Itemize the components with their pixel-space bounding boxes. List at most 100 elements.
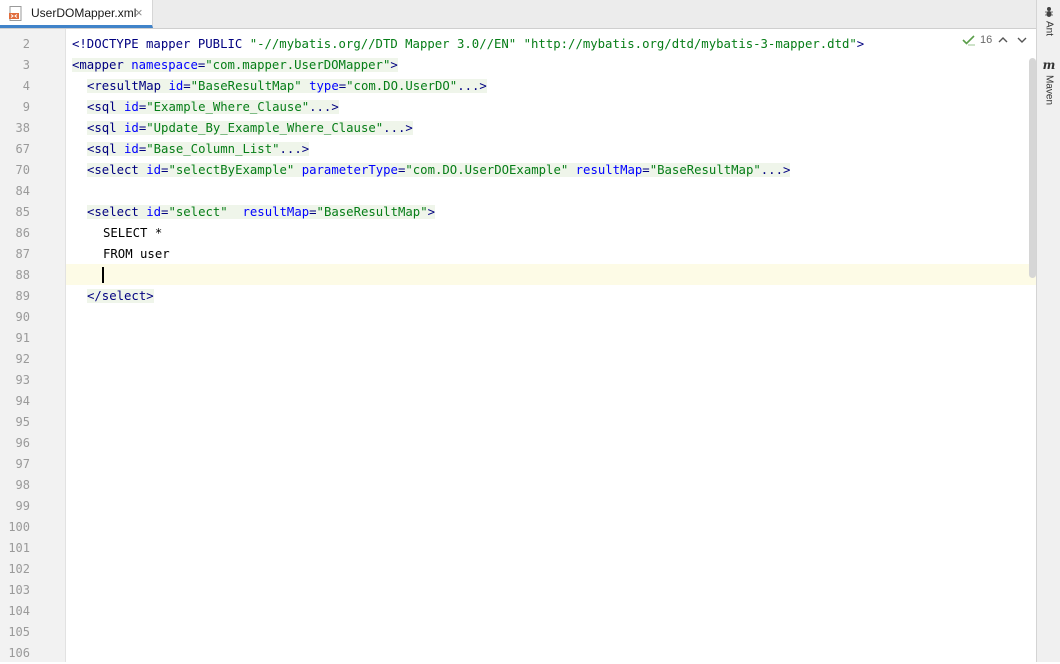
code-token: <select	[87, 205, 147, 219]
code-token: ...>	[760, 163, 791, 177]
code-line-resultmap[interactable]: <resultMap id="BaseResultMap" type="com.…	[87, 76, 487, 97]
code-line-sql-example-where[interactable]: <sql id="Example_Where_Clause"...>	[87, 97, 339, 118]
line-number: 104	[8, 604, 30, 618]
code-token: "com.DO.UserDOExample"	[405, 163, 569, 177]
right-tool-window-bar: Ant m Maven	[1036, 0, 1060, 662]
code-token: "select"	[168, 205, 228, 219]
code-token: <sql	[87, 100, 125, 114]
line-number: 89	[15, 289, 30, 303]
code-token: >	[390, 58, 398, 72]
close-tab-icon[interactable]: ×	[135, 5, 143, 20]
line-number: 70	[15, 163, 30, 177]
code-token: parameterType	[301, 163, 398, 177]
line-number: 97	[15, 457, 30, 471]
code-token: ...>	[309, 100, 339, 114]
line-number: 101	[8, 541, 30, 555]
line-number: 96	[15, 436, 30, 450]
text-caret	[102, 267, 104, 283]
chevron-down-icon	[1017, 37, 1027, 43]
code-line-select-close: </select>	[87, 286, 154, 307]
code-token: <select	[87, 163, 147, 177]
code-token: ...>	[457, 79, 487, 93]
tab-userdomapper-xml[interactable]: UserDOMapper.xml ×	[0, 0, 153, 28]
current-line-highlight	[66, 264, 1036, 285]
maven-label: Maven	[1043, 75, 1055, 106]
check-icon	[962, 35, 975, 46]
line-number: 67	[15, 142, 30, 156]
code-line-sql-from: FROM user	[103, 247, 170, 261]
code-token: "http://mybatis.org/dtd/mybatis-3-mapper…	[523, 37, 857, 51]
code-token: "selectByExample"	[168, 163, 295, 177]
line-number: 87	[15, 247, 30, 261]
line-number: 106	[8, 646, 30, 660]
ant-tool-button[interactable]: Ant	[1039, 6, 1059, 36]
line-number: 95	[15, 415, 30, 429]
code-token: </select>	[87, 289, 154, 303]
line-number: 103	[8, 583, 30, 597]
line-number: 99	[15, 499, 30, 513]
code-token: "BaseResultMap"	[316, 205, 428, 219]
maven-icon: m	[1042, 58, 1056, 72]
vertical-scrollbar[interactable]	[1029, 58, 1036, 278]
code-token: <sql	[87, 142, 125, 156]
code-line-sql-base-columns[interactable]: <sql id="Base_Column_List"...>	[87, 139, 310, 160]
code-token: id	[124, 100, 139, 114]
code-token: "-//mybatis.org//DTD Mapper 3.0//EN"	[249, 37, 517, 51]
line-number: 3	[22, 58, 30, 72]
line-number: 88	[15, 268, 30, 282]
code-token: <mapper	[72, 58, 132, 72]
line-number: 86	[15, 226, 30, 240]
tab-label: UserDOMapper.xml	[31, 6, 137, 20]
line-number: 93	[15, 373, 30, 387]
maven-tool-button[interactable]: m Maven	[1039, 58, 1059, 105]
code-token: "BaseResultMap"	[190, 79, 302, 93]
code-token: <!DOCTYPE mapper PUBLIC	[72, 37, 250, 51]
code-line-mapper: <mapper namespace="com.mapper.UserDOMapp…	[72, 55, 398, 76]
inspection-widget[interactable]: 16	[962, 34, 992, 46]
code-line-select-by-example[interactable]: <select id = "selectByExample" parameterTy…	[87, 160, 791, 181]
code-token: resultMap	[242, 205, 310, 219]
code-token: id	[146, 163, 162, 177]
code-token: namespace	[131, 58, 198, 72]
code-token: type	[309, 79, 339, 93]
line-number: 38	[15, 121, 30, 135]
code-token: =	[642, 163, 650, 177]
code-token: "Base_Column_List"	[146, 142, 280, 156]
code-line-sql-select: SELECT *	[103, 226, 163, 240]
line-number: 85	[15, 205, 30, 219]
line-number: 84	[15, 184, 30, 198]
code-token: <sql	[87, 121, 125, 135]
code-line-sql-update-where[interactable]: <sql id="Update_By_Example_Where_Clause"…	[87, 118, 413, 139]
code-token: "com.mapper.UserDOMapper"	[205, 58, 391, 72]
code-token: id	[146, 205, 162, 219]
ant-label: Ant	[1043, 21, 1055, 37]
code-token: ...>	[279, 142, 310, 156]
inspection-count: 16	[980, 34, 993, 46]
chevron-up-icon	[998, 37, 1008, 43]
line-number: 9	[22, 100, 30, 114]
code-token: id	[168, 79, 184, 93]
xml-file-icon	[9, 6, 22, 21]
line-number: 105	[8, 625, 30, 639]
next-highlight-button[interactable]	[1017, 33, 1027, 47]
code-token: resultMap	[575, 163, 643, 177]
code-token: ...>	[383, 121, 413, 135]
code-token: "Update_By_Example_Where_Clause"	[146, 121, 384, 135]
line-number: 94	[15, 394, 30, 408]
editor-tab-bar: UserDOMapper.xml ×	[0, 0, 1036, 29]
code-token: =	[309, 205, 317, 219]
line-number: 91	[15, 331, 30, 345]
line-number: 92	[15, 352, 30, 366]
line-number: 98	[15, 478, 30, 492]
previous-highlight-button[interactable]	[998, 33, 1008, 47]
code-token: >	[427, 205, 436, 219]
code-token: >	[856, 37, 865, 51]
code-token: =	[183, 79, 191, 93]
code-token: "Example_Where_Clause"	[146, 100, 310, 114]
line-number: 2	[22, 37, 30, 51]
code-line-select-open: <select id="select" resultMap="BaseResul…	[87, 202, 436, 223]
